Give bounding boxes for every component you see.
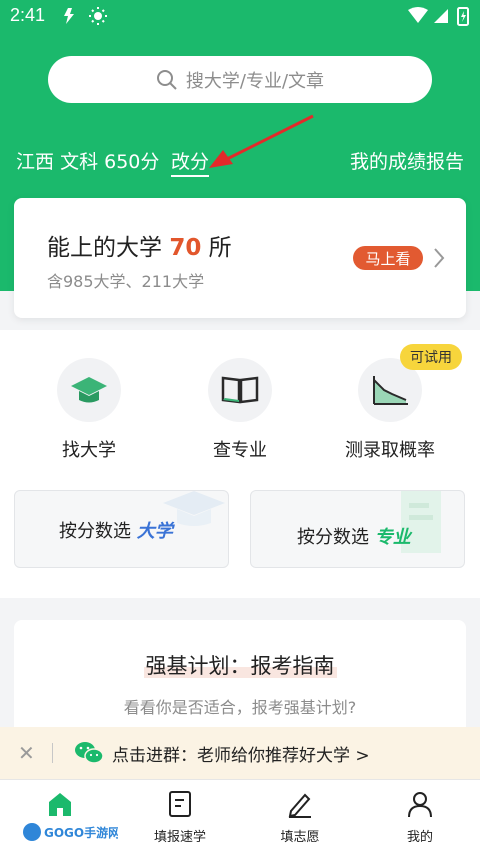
feature-label: 测录取概率 <box>345 440 435 461</box>
select-card-text: 按分数选 专业 <box>297 523 411 549</box>
university-card-title: 能上的大学 70 所 <box>47 228 232 262</box>
select-card-accent: 大学 <box>136 521 173 542</box>
close-icon[interactable]: ✕ <box>18 741 35 765</box>
province: 江西 <box>16 151 55 173</box>
university-card[interactable]: 能上的大学 70 所 含985大学、211大学 马上看 <box>14 198 466 318</box>
status-icons-left <box>60 6 116 30</box>
pointer-arrow-icon <box>209 114 314 168</box>
nav-label: 填报速学 <box>153 830 206 845</box>
select-by-score-major[interactable]: 按分数选 专业 <box>250 490 465 568</box>
score-report-link[interactable]: 我的成绩报告 <box>350 147 464 174</box>
trial-badge: 可试用 <box>400 344 462 370</box>
open-book-icon <box>221 376 259 404</box>
signal-battery-icons <box>408 7 469 26</box>
title-prefix: 能上的大学 <box>47 235 162 261</box>
change-score-link[interactable]: 改分 <box>171 147 210 177</box>
banner-divider <box>52 743 53 763</box>
chart-icon <box>373 376 408 405</box>
search-placeholder: 搜大学/专业/文章 <box>185 70 325 92</box>
select-card-text: 按分数选 大学 <box>59 517 173 543</box>
feature-find-university[interactable]: 找大学 <box>19 358 159 462</box>
select-card-accent: 专业 <box>374 527 411 548</box>
select-by-score-university[interactable]: 按分数选 大学 <box>14 490 229 568</box>
watermark-text: GOGO手游网 <box>44 825 118 840</box>
strong-base-title-text: 强基计划：报考指南 <box>143 654 337 678</box>
status-time: 2:41 <box>10 5 46 25</box>
nav-quick-learn[interactable]: 填报速学 <box>120 790 240 845</box>
graduation-cap-icon <box>71 377 107 403</box>
pen-icon <box>288 793 311 818</box>
watermark-logo: GOGO手游网 <box>23 823 118 841</box>
feature-admission-probability[interactable]: 测录取概率 <box>320 358 460 462</box>
person-icon <box>408 792 432 818</box>
notification-icons <box>64 7 107 25</box>
track: 文科 <box>60 151 99 173</box>
search-icon <box>156 69 177 90</box>
university-count: 70 <box>169 235 202 261</box>
score: 650分 <box>104 151 160 173</box>
nav-label: 我的 <box>406 830 433 845</box>
select-card-label: 按分数选 <box>59 521 131 542</box>
university-card-subtitle: 含985大学、211大学 <box>47 272 205 291</box>
banner-text: 点击进群：老师给你推荐好大学 > <box>112 746 370 766</box>
score-summary: 江西 文科 650分 <box>16 147 159 174</box>
nav-mine[interactable]: 我的 <box>360 790 480 845</box>
wechat-icon <box>75 742 104 764</box>
feature-check-major[interactable]: 查专业 <box>170 358 310 462</box>
status-icons-right <box>408 6 470 30</box>
nav-label: 填志愿 <box>280 830 320 845</box>
feature-section: 找大学 查专业 测录取概率 可试用 按分数选 大学 按分数选 专业 <box>0 330 480 598</box>
chevron-right-icon <box>434 248 445 268</box>
select-card-label: 按分数选 <box>297 527 369 548</box>
title-suffix: 所 <box>208 235 232 261</box>
document-icon <box>169 791 191 817</box>
feature-icon-circle <box>208 358 272 422</box>
status-bar: 2:41 <box>0 0 480 34</box>
feature-icon-circle <box>57 358 121 422</box>
group-banner[interactable]: ✕ 点击进群：老师给你推荐好大学 > <box>0 727 480 779</box>
feature-label: 找大学 <box>62 440 116 461</box>
strong-base-subtitle: 看看你是否适合，报考强基计划? <box>123 698 357 717</box>
nav-fill-application[interactable]: 填志愿 <box>240 790 360 845</box>
home-icon <box>49 793 71 816</box>
feature-label: 查专业 <box>213 440 267 461</box>
search-bar[interactable]: 搜大学/专业/文章 <box>48 56 432 103</box>
strong-base-title: 强基计划：报考指南 <box>14 650 466 680</box>
view-now-button[interactable]: 马上看 <box>353 246 423 270</box>
